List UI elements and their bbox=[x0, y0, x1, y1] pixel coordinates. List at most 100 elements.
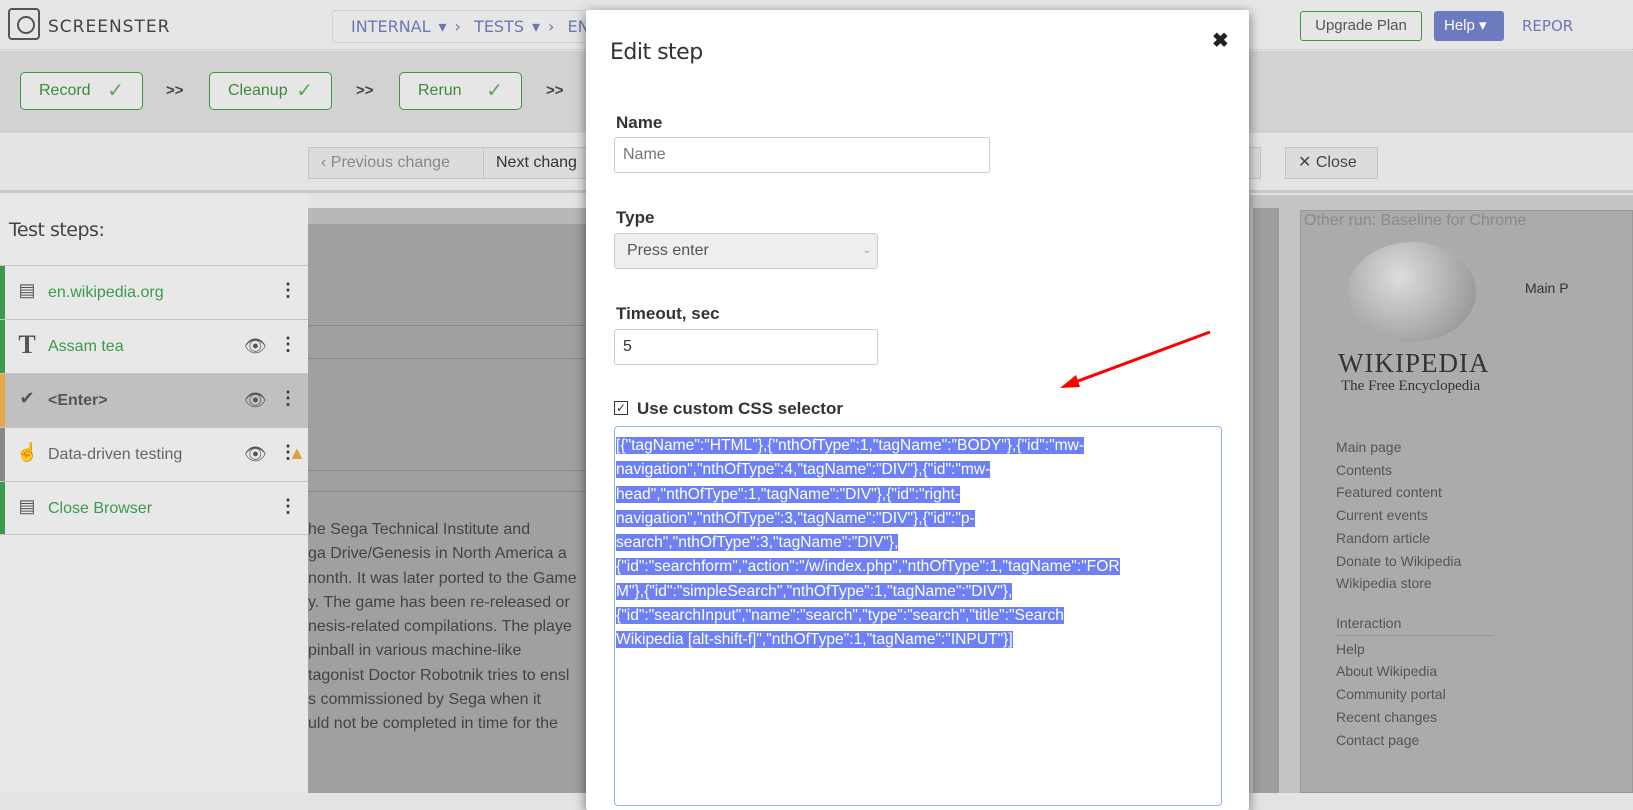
stage-label: Record bbox=[39, 82, 91, 99]
wiki-nav-link[interactable]: Current events bbox=[1336, 504, 1461, 527]
wikipedia-globe-logo bbox=[1348, 242, 1476, 342]
close-x-icon: ✕ bbox=[1298, 154, 1312, 171]
annotation-arrow-icon bbox=[1060, 330, 1211, 388]
step-label: Close Browser bbox=[48, 500, 153, 517]
close-label: Close bbox=[1315, 154, 1357, 171]
browser-window-icon: ▤ bbox=[18, 280, 36, 300]
breadcrumb-internal[interactable]: INTERNAL bbox=[351, 17, 431, 36]
test-step-item[interactable]: T Assam tea 👁 ⋮ bbox=[0, 319, 308, 373]
wiki-interaction-link[interactable]: About Wikipedia bbox=[1336, 660, 1494, 683]
upgrade-plan-button[interactable]: Upgrade Plan bbox=[1300, 11, 1422, 41]
name-label: Name bbox=[616, 113, 663, 132]
test-step-item[interactable]: ▤ Close Browser ⋮ bbox=[0, 481, 308, 535]
eye-icon[interactable]: 👁 bbox=[244, 336, 267, 357]
checkmark-icon: ✓ bbox=[486, 80, 503, 102]
wiki-interaction-link[interactable]: Community portal bbox=[1336, 683, 1494, 706]
selector-line: Wikipedia [alt-shift-f]","nthOfType":1,"… bbox=[616, 631, 1013, 649]
wiki-nav-link[interactable]: Donate to Wikipedia bbox=[1336, 550, 1461, 573]
stage-separator: >> bbox=[166, 82, 184, 99]
caret-down-icon[interactable]: ▾ bbox=[439, 17, 447, 36]
step-label: <Enter> bbox=[48, 392, 108, 409]
selector-line: {"id":"searchform","action":"/w/index.ph… bbox=[616, 558, 1120, 576]
type-select[interactable]: Press enter ⌄ bbox=[614, 233, 878, 269]
stage-separator: >> bbox=[356, 82, 374, 99]
more-vertical-icon[interactable]: ⋮ bbox=[279, 389, 297, 407]
warning-icon: ▲ bbox=[288, 443, 306, 463]
selector-line: [{"tagName":"HTML"},{"nthOfType":1,"tagN… bbox=[616, 437, 1085, 454]
more-vertical-icon[interactable]: ⋮ bbox=[279, 335, 297, 353]
wiki-nav-link[interactable]: Random article bbox=[1336, 527, 1461, 550]
css-selector-textarea[interactable]: [{"tagName":"HTML"},{"nthOfType":1,"tagN… bbox=[614, 426, 1222, 806]
wiki-nav-link[interactable]: Wikipedia store bbox=[1336, 572, 1461, 595]
stage-record-button[interactable]: Record ✓ bbox=[20, 72, 143, 110]
article-line: pinball in various machine-like bbox=[308, 642, 522, 660]
browser-window-icon: ▤ bbox=[18, 496, 36, 516]
eye-icon[interactable]: 👁 bbox=[244, 444, 267, 465]
type-value: Press enter bbox=[627, 242, 709, 259]
close-button[interactable]: ✕ Close bbox=[1285, 147, 1378, 179]
stage-cleanup-button[interactable]: Cleanup ✓ bbox=[209, 72, 332, 110]
step-label: Data-driven testing bbox=[48, 446, 183, 463]
selector-line: search","nthOfType":3,"tagName":"DIV"}, bbox=[616, 534, 899, 552]
selector-line: {"id":"searchInput","name":"search","typ… bbox=[616, 607, 1064, 625]
stage-label: Cleanup bbox=[228, 82, 288, 99]
status-bar bbox=[0, 374, 5, 427]
eye-icon[interactable]: 👁 bbox=[244, 390, 267, 411]
step-label: en.wikipedia.org bbox=[48, 284, 164, 301]
previous-label: Previous change bbox=[330, 154, 450, 171]
brand-name: SCREENSTER bbox=[48, 17, 171, 37]
selector-line: navigation","nthOfType":3,"tagName":"DIV… bbox=[616, 509, 975, 527]
wiki-nav-link[interactable]: Featured content bbox=[1336, 481, 1461, 504]
wikipedia-tagline: The Free Encyclopedia bbox=[1341, 378, 1481, 394]
selector-line: head","nthOfType":1,"tagName":"DIV"},{"i… bbox=[616, 485, 961, 503]
more-vertical-icon[interactable]: ⋮ bbox=[279, 281, 297, 299]
stage-rerun-button[interactable]: Rerun ✓ bbox=[399, 72, 522, 110]
article-line: s commissioned by Sega when it bbox=[308, 691, 541, 709]
other-run-header: Other run: Baseline for Chrome bbox=[1304, 212, 1527, 229]
help-label: Help bbox=[1444, 17, 1475, 34]
next-change-button[interactable]: Next chang bbox=[483, 147, 593, 179]
modal-close-icon[interactable]: ✖ bbox=[1212, 28, 1229, 53]
test-steps-title: Test steps: bbox=[9, 219, 105, 241]
test-step-item[interactable]: ☝ Data-driven testing 👁 ⋮ ▲ bbox=[0, 427, 308, 481]
article-line: nonth. It was later ported to the Game bbox=[308, 569, 577, 587]
custom-css-checkbox[interactable]: ✓ bbox=[614, 401, 628, 415]
status-bar bbox=[0, 266, 5, 319]
modal-title: Edit step bbox=[610, 40, 703, 65]
more-vertical-icon[interactable]: ⋮ bbox=[279, 497, 297, 515]
test-step-item[interactable]: ✔ <Enter> 👁 ⋮ bbox=[0, 373, 308, 427]
status-bar bbox=[0, 320, 5, 373]
status-bar bbox=[0, 428, 5, 481]
checkmark-icon: ✔ bbox=[19, 388, 35, 408]
wiki-interaction-link[interactable]: Help bbox=[1336, 638, 1494, 661]
article-line: uld not be completed in time for the bbox=[308, 715, 558, 733]
wiki-interaction-link[interactable]: Recent changes bbox=[1336, 706, 1494, 729]
main-page-tab: Main P bbox=[1525, 280, 1569, 296]
name-input[interactable] bbox=[614, 137, 990, 173]
chevron-down-icon: ⌄ bbox=[862, 245, 871, 256]
wiki-nav-link[interactable]: Main page bbox=[1336, 436, 1461, 459]
wiki-interaction-link[interactable]: Contact page bbox=[1336, 729, 1494, 752]
wiki-interaction-list: Interaction Help About Wikipedia Community… bbox=[1336, 612, 1494, 751]
article-line: ga Drive/Genesis in North America a bbox=[308, 545, 567, 563]
selector-line: navigation","nthOfType":4,"tagName":"DIV… bbox=[616, 461, 991, 479]
breadcrumb-tests[interactable]: TESTS bbox=[474, 17, 524, 36]
stage-separator: >> bbox=[546, 82, 564, 99]
wikipedia-wordmark: WIKIPEDIA bbox=[1338, 348, 1490, 378]
caret-down-icon: ▾ bbox=[1479, 17, 1487, 34]
test-step-item[interactable]: ▤ en.wikipedia.org ⋮ bbox=[0, 265, 308, 319]
stage-label: Rerun bbox=[418, 82, 462, 99]
side-strip bbox=[1253, 208, 1279, 793]
wiki-nav-link[interactable]: Contents bbox=[1336, 459, 1461, 482]
caret-down-icon[interactable]: ▾ bbox=[532, 17, 540, 36]
article-line: tagonist Doctor Robotnik tries to ensl bbox=[308, 666, 570, 684]
camera-logo-icon bbox=[8, 8, 40, 40]
text-t-icon: T bbox=[18, 330, 36, 359]
previous-change-button[interactable]: ‹ Previous change bbox=[308, 147, 484, 179]
reports-link[interactable]: REPOR bbox=[1522, 17, 1573, 35]
checkmark-icon: ✓ bbox=[107, 80, 124, 102]
step-label: Assam tea bbox=[48, 338, 124, 355]
help-button[interactable]: Help ▾ bbox=[1434, 11, 1504, 41]
timeout-input[interactable] bbox=[614, 329, 878, 365]
custom-css-label: Use custom CSS selector bbox=[637, 399, 843, 418]
